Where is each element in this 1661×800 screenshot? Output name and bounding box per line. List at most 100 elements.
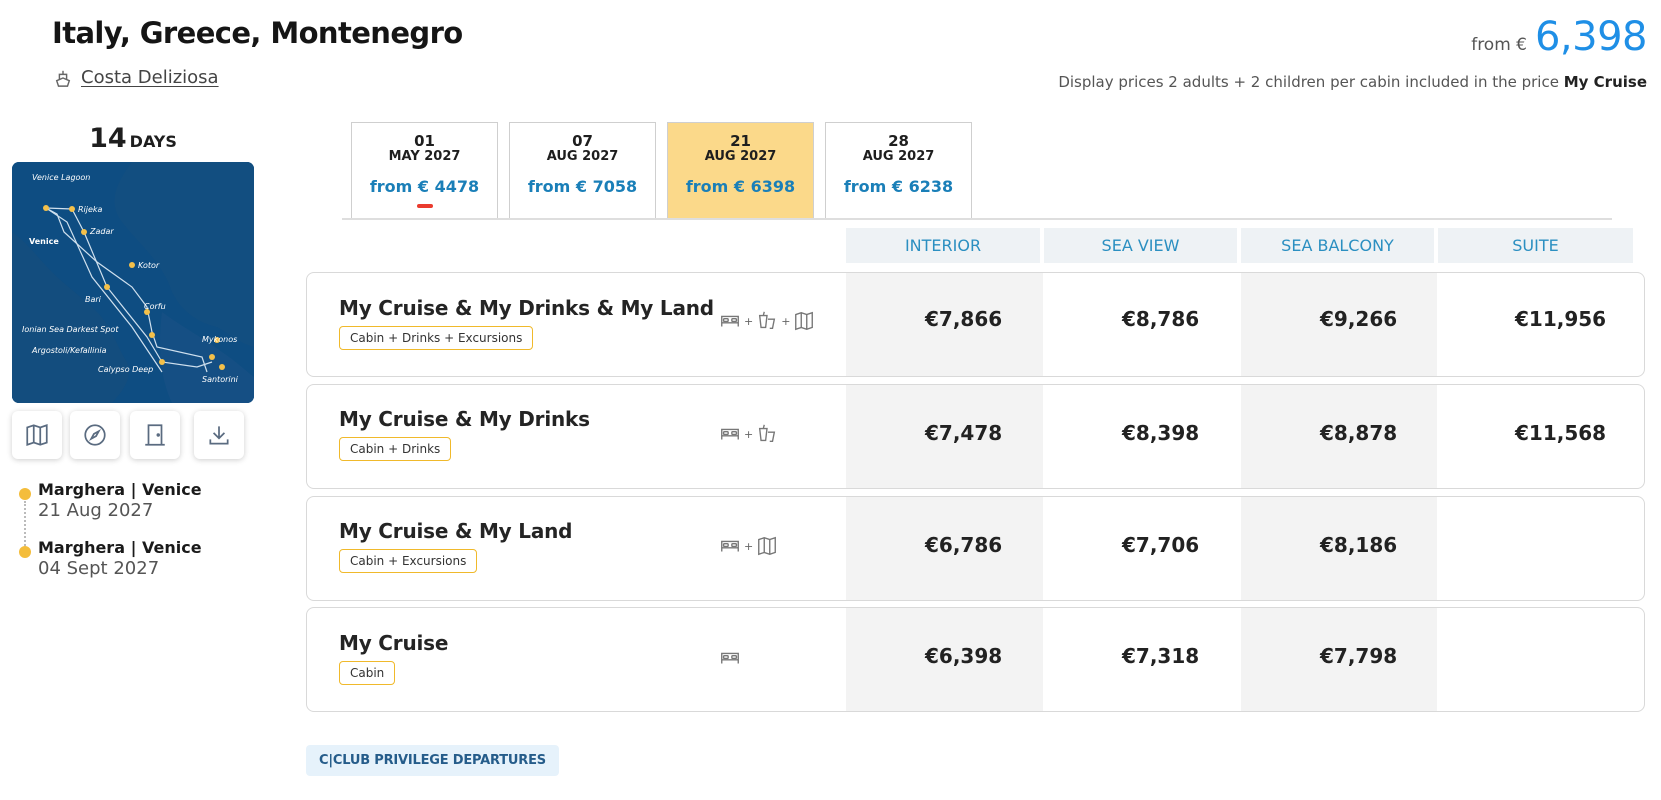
- door-icon: [145, 424, 165, 446]
- price-sea-balcony[interactable]: €7,798: [1320, 644, 1397, 668]
- club-privilege-departures-button[interactable]: C|CLUB PRIVILEGE DEPARTURES: [306, 745, 559, 776]
- price-note: Display prices 2 adults + 2 children per…: [1058, 73, 1647, 91]
- package-name: My Cruise & My Drinks: [339, 407, 590, 431]
- departure-port-name: Marghera | Venice: [38, 480, 202, 499]
- map-view-button[interactable]: [12, 411, 62, 459]
- tab-day: 28: [888, 132, 909, 150]
- price-note-text: Display prices 2 adults + 2 children per…: [1058, 73, 1559, 91]
- map-label: Kotor: [138, 261, 160, 270]
- column-sea-view: SEA VIEW: [1044, 228, 1237, 263]
- from-price: 6,398: [1534, 14, 1648, 60]
- price-sea-view[interactable]: €8,786: [1122, 307, 1199, 331]
- map-label: Calypso Deep: [98, 365, 153, 374]
- date-tab[interactable]: 28 AUG 2027 from € 6238: [825, 122, 972, 218]
- column-interior: INTERIOR: [846, 228, 1040, 263]
- package-badge: Cabin + Drinks: [339, 437, 452, 461]
- map-toolbar: [12, 411, 244, 459]
- map-label: Santorini: [202, 375, 239, 384]
- price-interior[interactable]: €6,398: [925, 644, 1002, 668]
- map-label: Mykonos: [202, 335, 237, 344]
- price-suite[interactable]: €11,956: [1515, 307, 1606, 331]
- tab-month: MAY 2027: [388, 149, 461, 164]
- excursion-map-icon: [758, 536, 777, 556]
- cruise-title: Italy, Greece, Montenegro: [52, 16, 463, 50]
- bed-icon: [721, 428, 739, 440]
- arrival-port-name: Marghera | Venice: [38, 538, 202, 557]
- package-badge: Cabin + Drinks + Excursions: [339, 326, 534, 350]
- map-label: Zadar: [89, 227, 114, 236]
- days-label: DAYS: [129, 132, 177, 151]
- map-label: Argostoli/Kefallinia: [31, 346, 107, 355]
- package-icons: +: [719, 423, 778, 445]
- navigation-button[interactable]: [70, 411, 120, 459]
- price-interior[interactable]: €6,786: [925, 533, 1002, 557]
- price-sea-view[interactable]: €7,706: [1122, 533, 1199, 557]
- price-suite[interactable]: €11,568: [1515, 421, 1606, 445]
- date-tab-selected[interactable]: 21 AUG 2027 from € 6398: [667, 122, 814, 219]
- map-icon: [26, 424, 48, 446]
- itinerary-map[interactable]: Venice Lagoon Venice Rijeka Zadar Kotor …: [12, 162, 254, 403]
- package-icons: [719, 647, 741, 669]
- route-line: [24, 501, 26, 549]
- map-label: Bari: [85, 295, 102, 304]
- price-sea-view[interactable]: €8,398: [1122, 421, 1199, 445]
- tab-day: 01: [414, 132, 435, 150]
- tab-month: AUG 2027: [704, 149, 777, 164]
- ship-link[interactable]: Costa Deliziosa: [54, 67, 219, 88]
- package-row: My Cruise & My Drinks & My Land Cabin + …: [306, 272, 1645, 377]
- drinks-icon: [759, 311, 776, 330]
- date-tab[interactable]: 07 AUG 2027 from € 7058: [509, 122, 656, 218]
- departure-port: Marghera | Venice 21 Aug 2027: [38, 480, 202, 521]
- price-sea-balcony[interactable]: €8,186: [1320, 533, 1397, 557]
- ship-name[interactable]: Costa Deliziosa: [81, 67, 219, 88]
- download-icon: [209, 426, 229, 445]
- tab-from-price: from € 7058: [527, 177, 638, 196]
- date-tab[interactable]: 01 MAY 2027 from € 4478: [351, 122, 498, 218]
- column-suite: SUITE: [1438, 228, 1633, 263]
- arrival-date: 04 Sept 2027: [38, 558, 160, 579]
- ship-icon: [55, 70, 71, 87]
- package-name: My Cruise & My Drinks & My Land: [339, 296, 714, 320]
- duration: 14 DAYS: [12, 123, 254, 154]
- tab-month: AUG 2027: [862, 149, 935, 164]
- cabin-door-button[interactable]: [130, 411, 180, 459]
- tab-day: 07: [572, 132, 593, 150]
- bed-icon: [721, 315, 739, 327]
- column-sea-balcony: SEA BALCONY: [1241, 228, 1434, 263]
- download-button[interactable]: [194, 411, 244, 459]
- excursion-map-icon: [795, 311, 814, 331]
- price-interior[interactable]: €7,866: [925, 307, 1002, 331]
- from-label: from €: [1471, 35, 1527, 55]
- bed-icon: [721, 652, 739, 664]
- tab-day: 21: [730, 132, 751, 150]
- tab-from-price: from € 4478: [369, 177, 480, 196]
- package-name: My Cruise & My Land: [339, 519, 573, 543]
- lowest-price-marker: [416, 204, 433, 208]
- package-icons: + +: [719, 310, 815, 332]
- tabs-divider: [342, 218, 1612, 220]
- price-sea-balcony[interactable]: €9,266: [1320, 307, 1397, 331]
- price-sea-balcony[interactable]: €8,878: [1320, 421, 1397, 445]
- arrival-dot: [19, 546, 31, 558]
- package-row: My Cruise & My Land Cabin + Excursions +…: [306, 496, 1645, 601]
- price-note-product: My Cruise: [1563, 73, 1647, 91]
- map-label: Venice: [29, 237, 59, 246]
- price-interior[interactable]: €7,478: [925, 421, 1002, 445]
- map-label: Rijeka: [78, 205, 103, 214]
- map-label: Venice Lagoon: [32, 173, 90, 182]
- package-icons: +: [719, 535, 778, 557]
- price-sea-view[interactable]: €7,318: [1122, 644, 1199, 668]
- bed-icon: [721, 540, 739, 552]
- map-label: Ionian Sea Darkest Spot: [22, 325, 119, 334]
- price-summary: from € 6,398: [1471, 14, 1647, 60]
- drinks-icon: [759, 424, 776, 443]
- days-number: 14: [89, 123, 127, 154]
- package-badge: Cabin: [339, 661, 396, 685]
- compass-icon: [84, 424, 106, 446]
- tab-month: AUG 2027: [546, 149, 619, 164]
- departure-date: 21 Aug 2027: [38, 500, 154, 521]
- map-label: Corfu: [144, 302, 166, 311]
- tab-from-price: from € 6398: [685, 177, 796, 196]
- package-name: My Cruise: [339, 631, 449, 655]
- package-badge: Cabin + Excursions: [339, 549, 478, 573]
